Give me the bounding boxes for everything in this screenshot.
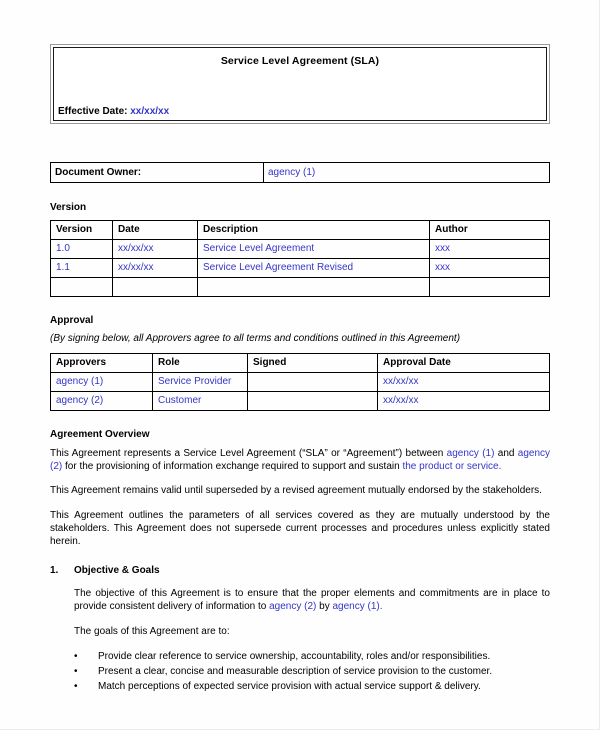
document-owner-table: Document Owner: agency (1) — [50, 162, 550, 183]
overview-paragraph-2: This Agreement remains valid until super… — [50, 485, 542, 497]
overview-p1-agency-1: agency (1) — [446, 448, 495, 459]
overview-p1-text-a: This Agreement represents a Service Leve… — [50, 448, 447, 459]
version-heading: Version — [50, 202, 87, 213]
table-row — [50, 277, 550, 297]
table-cell: 1.0 — [50, 239, 113, 259]
list-item: Provide clear reference to service owner… — [74, 649, 550, 664]
document-owner-label: Document Owner: — [50, 162, 264, 183]
objective-paragraph: The objective of this Agreement is to en… — [74, 587, 550, 613]
overview-p1-text-b: and — [494, 448, 518, 459]
agreement-overview-heading: Agreement Overview — [50, 429, 150, 440]
column-header-approvers: Approvers — [50, 353, 153, 373]
overview-p1-text-c: for the provisioning of information exch… — [62, 461, 403, 473]
table-cell: xx/xx/xx — [112, 258, 198, 278]
table-cell: Service Level Agreement Revised — [197, 258, 430, 278]
table-row: 1.1 xx/xx/xx Service Level Agreement Revis… — [50, 258, 550, 278]
table-cell — [50, 277, 113, 297]
section-objective-and-goals-body: The objective of this Agreement is to en… — [74, 587, 550, 638]
table-cell: xxx — [429, 239, 550, 259]
column-header-author: Author — [429, 220, 550, 240]
effective-date: Effective Date: xx/xx/xx — [58, 106, 169, 117]
version-table-body: 1.0 xx/xx/xx Service Level Agreement xxx 1.1… — [50, 239, 550, 297]
objective-text-c: . — [379, 601, 383, 613]
column-header-role: Role — [152, 353, 248, 373]
table-row: Document Owner: agency (1) — [50, 162, 550, 183]
goals-lead-in: The goals of this Agreement are to: — [74, 625, 230, 637]
objective-text-b: by — [316, 601, 333, 613]
title-header-box: Service Level Agreement (SLA) Effective … — [50, 44, 550, 124]
agreement-overview-body: This Agreement represents a Service Leve… — [50, 447, 550, 548]
table-cell — [112, 277, 198, 297]
document-content: Service Level Agreement (SLA) Effective … — [50, 44, 550, 694]
table-cell — [247, 372, 378, 392]
approval-note: (By signing below, all Approvers agree t… — [50, 333, 461, 344]
document-owner-value: agency (1) — [263, 162, 550, 183]
table-cell: agency (1) — [50, 372, 153, 392]
table-cell — [429, 277, 550, 297]
table-cell: agency (2) — [50, 391, 153, 411]
table-row: agency (2) Customer xx/xx/xx — [50, 391, 550, 411]
goals-list: Provide clear reference to service owner… — [50, 649, 550, 694]
table-cell: Service Level Agreement — [197, 239, 430, 259]
list-item: Match perceptions of expected service pr… — [74, 679, 550, 694]
section-objective-and-goals-heading: 1. Objective & Goals — [50, 565, 550, 576]
table-cell: xxx — [429, 258, 550, 278]
overview-p1-product-or-service: the product or service — [402, 461, 499, 473]
table-header-row: Approvers Role Signed Approval Date — [50, 353, 550, 373]
version-table: Version Date Description Author 1.0 xx/xx… — [50, 220, 550, 297]
page-title: Service Level Agreement (SLA) — [220, 55, 380, 67]
column-header-date: Date — [112, 220, 198, 240]
table-cell: 1.1 — [50, 258, 113, 278]
list-item: Present a clear, concise and measurable … — [74, 664, 550, 679]
effective-date-value: xx/xx/xx — [130, 106, 170, 117]
table-cell: xx/xx/xx — [377, 391, 550, 411]
table-row: agency (1) Service Provider xx/xx/xx — [50, 372, 550, 392]
objective-agency-1: agency (1) — [332, 601, 380, 613]
document-page: Service Level Agreement (SLA) Effective … — [0, 0, 600, 730]
approval-table: Approvers Role Signed Approval Date agen… — [50, 353, 550, 411]
table-cell — [247, 391, 378, 411]
column-header-version: Version — [50, 220, 113, 240]
table-cell: xx/xx/xx — [377, 372, 550, 392]
section-title: Objective & Goals — [74, 565, 160, 577]
overview-paragraph-3: This Agreement outlines the parameters o… — [50, 509, 550, 548]
column-header-description: Description — [197, 220, 430, 240]
column-header-approval-date: Approval Date — [377, 353, 550, 373]
table-cell: Customer — [152, 391, 248, 411]
table-cell: xx/xx/xx — [112, 239, 198, 259]
title-header-box-inner: Service Level Agreement (SLA) Effective … — [53, 47, 547, 121]
approval-heading: Approval — [50, 315, 94, 326]
column-header-signed: Signed — [247, 353, 378, 373]
table-header-row: Version Date Description Author — [50, 220, 550, 240]
overview-p1-text-d: . — [498, 461, 502, 473]
section-number: 1. — [50, 565, 59, 577]
overview-paragraph-1: This Agreement represents a Service Leve… — [50, 447, 550, 473]
table-row: 1.0 xx/xx/xx Service Level Agreement xxx — [50, 239, 550, 259]
effective-date-label: Effective Date: — [58, 106, 128, 117]
objective-agency-2: agency (2) — [269, 601, 317, 613]
approval-table-body: agency (1) Service Provider xx/xx/xx agenc… — [50, 372, 550, 411]
table-cell: Service Provider — [152, 372, 248, 392]
table-cell — [197, 277, 430, 297]
